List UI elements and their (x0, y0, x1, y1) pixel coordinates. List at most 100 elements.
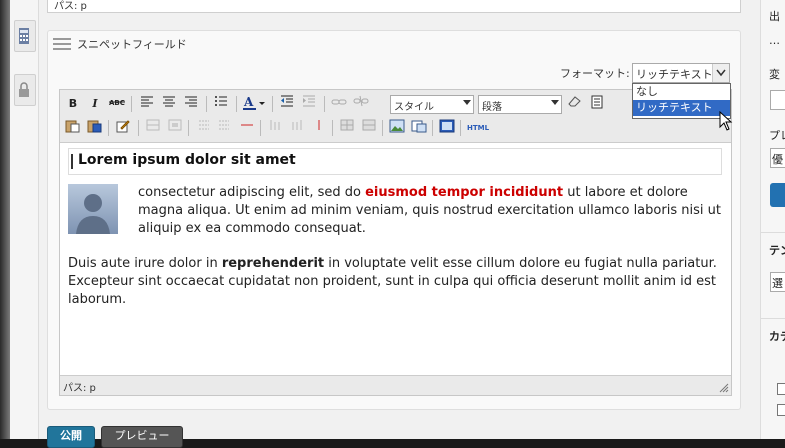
sidebar-action-button[interactable] (770, 183, 785, 207)
svg-text:ABC: ABC (109, 99, 125, 107)
svg-text:A: A (243, 95, 254, 109)
sidebar-priority-select[interactable]: 優 (770, 148, 785, 168)
calculator-icon (19, 28, 29, 44)
bullet-list-button[interactable] (212, 95, 230, 113)
toolbar-separator (272, 96, 273, 112)
sidebar-text-preview: プレ (769, 129, 785, 142)
split-cells-button[interactable] (338, 119, 356, 137)
delete-col-button[interactable] (310, 119, 328, 137)
insert-media-button[interactable] (410, 119, 428, 137)
document-icon (591, 95, 603, 109)
side-tab-lock[interactable] (14, 74, 36, 106)
table-icon (146, 119, 160, 131)
sidebar-category-checkbox[interactable] (777, 383, 785, 395)
rich-text-editor: B I ABC A スタイル 段落 HTML Lorem ipsum dolor… (59, 89, 732, 396)
toolbar-separator (460, 120, 461, 136)
html-button[interactable]: HTML (466, 119, 490, 137)
snippet-field-panel: スニペットフィールド フォーマット: リッチテキスト なし リッチテキスト B … (47, 30, 741, 410)
format-option-none[interactable]: なし (633, 84, 730, 100)
format-label: フォーマット: (560, 67, 630, 80)
column-insert-icon (292, 120, 302, 130)
sidebar-input[interactable] (770, 90, 785, 110)
fullscreen-icon (439, 119, 455, 133)
paste-word-button[interactable] (86, 119, 104, 137)
paste-button[interactable] (64, 119, 82, 137)
unlink-button[interactable] (352, 95, 370, 113)
sidebar-priority-value: 優 (772, 153, 783, 166)
paragraph-format-value: 段落 (482, 102, 502, 113)
insert-col-before-button[interactable] (266, 119, 284, 137)
italic-button[interactable]: I (86, 95, 104, 113)
sidebar-template-value: 選 (772, 277, 783, 290)
remove-format-button[interactable] (566, 95, 584, 113)
editor-toolbar: B I ABC A スタイル 段落 HTML (60, 90, 731, 143)
align-left-button[interactable] (138, 95, 156, 113)
toolbar-separator (236, 96, 237, 112)
heading-block: Lorem ipsum dolor sit amet (68, 148, 722, 175)
table-icon (168, 119, 182, 131)
editor-content[interactable]: Lorem ipsum dolor sit amet consectetur a… (60, 143, 731, 375)
sidebar-divider (761, 232, 785, 233)
lock-icon (19, 82, 29, 97)
insert-image-button[interactable] (388, 119, 406, 137)
outdent-icon (281, 95, 293, 107)
editor-statusbar: パス: p (60, 375, 731, 395)
sidebar-template-select[interactable]: 選 (770, 272, 785, 292)
table-row-button[interactable] (144, 119, 162, 137)
left-shadow (0, 0, 10, 439)
indent-button[interactable] (300, 95, 318, 113)
fullscreen-button[interactable] (438, 119, 456, 137)
paragraph-1: consectetur adipiscing elit, sed do eius… (138, 184, 723, 238)
sidebar-category-checkbox[interactable] (777, 404, 785, 416)
insert-col-after-button[interactable] (288, 119, 306, 137)
chevron-down-icon[interactable] (712, 64, 729, 82)
toolbar-separator (432, 120, 433, 136)
right-sidebar: 出 … 変 プレ 優 テン 選 カテ (760, 0, 785, 439)
unlink-icon (353, 95, 369, 107)
toolbar-separator (332, 120, 333, 136)
row-insert-icon (199, 120, 209, 130)
publish-button[interactable]: 公開 (47, 426, 95, 448)
left-side-tabs (10, 0, 39, 439)
toolbar-separator (260, 120, 261, 136)
table-props-button[interactable] (166, 119, 184, 137)
sidebar-template-heading: テン (769, 244, 785, 257)
insert-row-after-button[interactable] (216, 119, 234, 137)
image-icon (389, 119, 405, 133)
sidebar-text-output: 出 (769, 10, 780, 23)
highlighted-text: eiusmod tempor incididunt (365, 185, 564, 200)
edit-button[interactable] (114, 119, 132, 137)
outdent-button[interactable] (278, 95, 296, 113)
grid-icon (362, 119, 376, 131)
preview-button[interactable]: プレビュー (101, 426, 183, 448)
text-color-button[interactable]: A (242, 95, 266, 113)
source-view-button[interactable] (588, 95, 606, 113)
chevron-down-icon (463, 100, 471, 105)
format-select[interactable]: リッチテキスト (632, 63, 730, 83)
sidebar-category-heading: カテ (769, 330, 785, 343)
align-right-button[interactable] (182, 95, 200, 113)
toolbar-separator (188, 120, 189, 136)
toolbar-separator (131, 96, 132, 112)
style-select[interactable]: スタイル (390, 95, 474, 114)
drag-handle-icon[interactable] (53, 38, 71, 50)
paragraph-format-select[interactable]: 段落 (478, 95, 562, 114)
format-dropdown-list: なし リッチテキスト (632, 83, 731, 119)
link-button[interactable] (330, 95, 348, 113)
align-center-icon (163, 96, 175, 107)
snippet-title: スニペットフィールド (77, 38, 187, 51)
resize-grip-icon[interactable] (719, 383, 729, 393)
format-option-richtext[interactable]: リッチテキスト (633, 100, 730, 116)
delete-row-button[interactable] (238, 119, 256, 137)
insert-row-before-button[interactable] (194, 119, 212, 137)
person-silhouette-icon (76, 194, 110, 234)
merge-cells-button[interactable] (360, 119, 378, 137)
sidebar-text-ellipsis: … (769, 34, 780, 47)
align-center-button[interactable] (160, 95, 178, 113)
side-tab-calculator[interactable] (14, 20, 36, 52)
sidebar-divider (761, 318, 785, 319)
strikethrough-button[interactable]: ABC (108, 95, 126, 113)
link-icon (331, 99, 347, 105)
bold-button[interactable]: B (64, 95, 82, 113)
indent-icon (303, 95, 315, 107)
